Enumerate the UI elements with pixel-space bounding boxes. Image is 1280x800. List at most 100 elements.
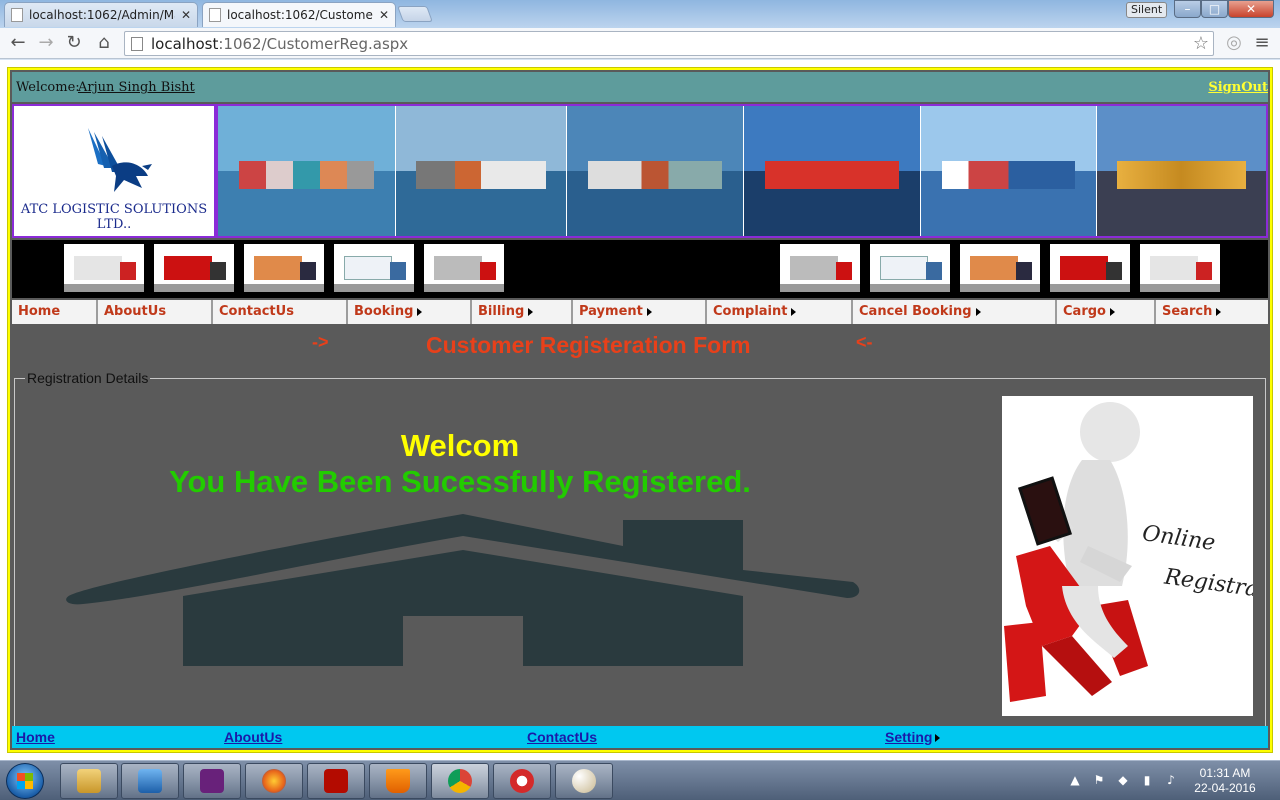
menu-item-cargo[interactable]: Cargo (1057, 300, 1156, 324)
close-icon[interactable]: ✕ (379, 8, 389, 22)
submenu-arrow-icon (646, 307, 652, 316)
harbour-night-photo (1097, 106, 1266, 236)
url-host: localhost (151, 34, 219, 53)
sunset-truck-image (244, 244, 324, 292)
close-icon[interactable]: ✕ (181, 8, 191, 22)
media-player-icon (138, 769, 162, 793)
marquee-right-arrow: <- (856, 332, 873, 352)
welcome-bar: Welcome: Arjun Singh Bisht SignOut (12, 72, 1268, 102)
menu-item-label: Cancel Booking (859, 304, 972, 319)
menu-item-cancel-booking[interactable]: Cancel Booking (853, 300, 1057, 324)
red-truck-image (1050, 244, 1130, 292)
red-cab-truck-image (780, 244, 860, 292)
menu-item-home[interactable]: Home (12, 300, 98, 324)
submenu-arrow-icon (1216, 307, 1222, 316)
signout-link[interactable]: SignOut (1208, 80, 1268, 95)
paint-taskbar-button[interactable] (555, 763, 613, 799)
sunset-truck-image (960, 244, 1040, 292)
new-tab-button[interactable] (397, 6, 433, 22)
vlc-taskbar-button[interactable] (369, 763, 427, 799)
explorer-taskbar-button[interactable] (60, 763, 118, 799)
start-button[interactable] (6, 763, 44, 799)
footer-link-setting[interactable]: Setting (885, 729, 941, 745)
maximize-button[interactable]: □ (1201, 0, 1228, 18)
shipping-photo-strip (218, 106, 1266, 236)
banner: ATC LOGISTIC SOLUTIONS LTD.. (12, 104, 1268, 238)
close-window-button[interactable]: ✕ (1228, 0, 1274, 18)
home-icon[interactable]: ⌂ (92, 32, 116, 56)
submenu-arrow-icon (528, 307, 534, 316)
footer-link-home[interactable]: Home (16, 729, 55, 745)
menu-item-aboutus[interactable]: AboutUs (98, 300, 213, 324)
submenu-arrow-icon (791, 307, 797, 316)
menu-item-payment[interactable]: Payment (573, 300, 707, 324)
menu-item-label: AboutUs (104, 304, 167, 319)
tab-customer-reg[interactable]: localhost:1062/CustomerF ✕ (202, 2, 396, 27)
person-at-laptop-icon (1004, 402, 1148, 702)
menu-item-complaint[interactable]: Complaint (707, 300, 853, 324)
airplane-truck-image (64, 244, 144, 292)
ccleaner-taskbar-button[interactable] (493, 763, 551, 799)
menu-item-billing[interactable]: Billing (472, 300, 573, 324)
page-icon (209, 8, 221, 22)
visual-studio-icon (200, 769, 224, 793)
minimize-button[interactable]: – (1174, 0, 1201, 18)
volume-icon[interactable]: ♪ (1164, 773, 1178, 787)
tab-label: localhost:1062/Admin/Ma (29, 8, 175, 22)
paint-palette-icon (572, 769, 596, 793)
form-title-marquee: -> Customer Registeration Form <- (10, 332, 1266, 360)
system-clock[interactable]: 01:31 AM 22-04-2016 (1190, 766, 1260, 796)
submenu-arrow-icon (935, 734, 941, 743)
browser-toolbar: ← → ↻ ⌂ localhost:1062/CustomerReg.aspx … (0, 28, 1280, 59)
tab-label: localhost:1062/CustomerF (227, 8, 373, 22)
success-message: You Have Been Sucessfully Registered. (169, 464, 751, 499)
menu-item-search[interactable]: Search (1156, 300, 1268, 324)
firefox-taskbar-button[interactable] (245, 763, 303, 799)
action-center-flag-icon[interactable]: ⚑ (1092, 773, 1106, 787)
submenu-arrow-icon (1109, 307, 1115, 316)
white-truck-image (870, 244, 950, 292)
ccleaner-icon (510, 769, 534, 793)
media-player-taskbar-button[interactable] (121, 763, 179, 799)
menu-item-label: Booking (354, 304, 414, 319)
security-icon[interactable]: ◆ (1116, 773, 1130, 787)
bookmark-star-icon[interactable]: ☆ (1193, 32, 1209, 55)
footer-link-contactus[interactable]: ContactUs (527, 729, 597, 745)
reload-icon[interactable]: ↻ (62, 32, 86, 56)
menu-item-label: Cargo (1063, 304, 1106, 319)
vlc-cone-icon (386, 769, 410, 793)
menu-item-label: Complaint (713, 304, 788, 319)
airplane-truck-image (1140, 244, 1220, 292)
marquee-left-arrow: -> (312, 332, 329, 352)
tab-admin[interactable]: localhost:1062/Admin/Ma ✕ (4, 2, 198, 27)
container-ship-photo (396, 106, 567, 236)
back-arrow-icon[interactable]: ← (6, 32, 30, 56)
submenu-arrow-icon (975, 307, 981, 316)
company-name: ATC LOGISTIC SOLUTIONS LTD.. (20, 202, 208, 232)
company-logo: ATC LOGISTIC SOLUTIONS LTD.. (14, 106, 214, 236)
red-truck-image (154, 244, 234, 292)
clock-time: 01:31 AM (1199, 766, 1251, 780)
port-photo (218, 106, 396, 236)
online-registration-image: Online Registration (1002, 396, 1253, 716)
menu-item-contactus[interactable]: ContactUs (213, 300, 348, 324)
menu-item-label: Home (18, 304, 61, 319)
forward-arrow-icon[interactable]: → (34, 32, 58, 56)
page-viewport: Welcome: Arjun Singh Bisht SignOut ATC L… (0, 60, 1280, 760)
house-watermark-icon (66, 514, 860, 666)
acrobat-taskbar-button[interactable] (307, 763, 365, 799)
visual-studio-taskbar-button[interactable] (183, 763, 241, 799)
network-icon[interactable]: ▮ (1140, 773, 1154, 787)
show-hidden-icons-arrow-icon[interactable]: ▲ (1068, 773, 1082, 787)
footer-link-setting-label[interactable]: Setting (885, 729, 932, 745)
silent-badge: Silent (1126, 2, 1168, 18)
chrome-taskbar-button[interactable] (431, 763, 489, 799)
footer-link-aboutus[interactable]: AboutUs (224, 729, 282, 745)
extension-icon[interactable]: ◎ (1222, 32, 1246, 56)
menu-icon[interactable]: ≡ (1250, 32, 1274, 56)
menu-item-label: Search (1162, 304, 1213, 319)
registration-details-fieldset: Registration Details Welcom You Have Bee… (14, 370, 1266, 728)
address-bar[interactable]: localhost:1062/CustomerReg.aspx ☆ (124, 31, 1214, 56)
user-name-link[interactable]: Arjun Singh Bisht (78, 80, 195, 95)
menu-item-booking[interactable]: Booking (348, 300, 472, 324)
